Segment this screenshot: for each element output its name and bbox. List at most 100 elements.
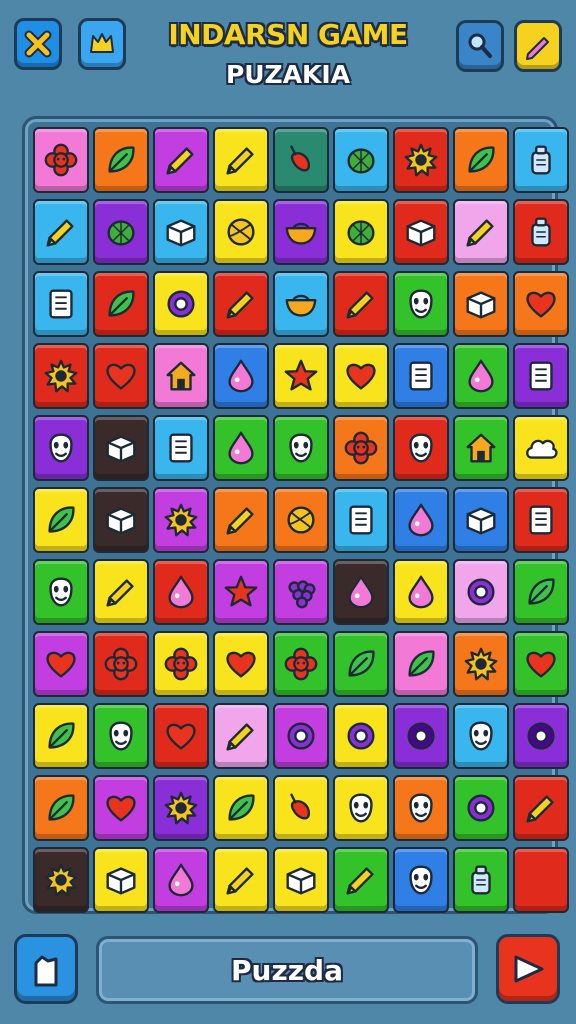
board-tile[interactable] xyxy=(393,847,449,913)
board-tile[interactable] xyxy=(273,775,329,841)
board-tile[interactable] xyxy=(153,631,209,697)
board-tile[interactable] xyxy=(213,271,269,337)
board-tile[interactable] xyxy=(213,703,269,769)
board-tile[interactable] xyxy=(513,559,569,625)
board-tile[interactable] xyxy=(513,631,569,697)
board-tile[interactable] xyxy=(333,199,389,265)
home-button[interactable] xyxy=(14,934,78,1004)
board-tile[interactable] xyxy=(333,703,389,769)
board-tile[interactable] xyxy=(513,415,569,481)
board-tile[interactable] xyxy=(153,487,209,553)
close-button[interactable] xyxy=(14,18,62,70)
board-tile[interactable] xyxy=(213,775,269,841)
board-tile[interactable] xyxy=(213,343,269,409)
board-tile[interactable] xyxy=(513,199,569,265)
board-tile[interactable] xyxy=(93,199,149,265)
board-tile[interactable] xyxy=(393,271,449,337)
board-tile[interactable] xyxy=(273,199,329,265)
board-tile[interactable] xyxy=(93,847,149,913)
board-tile[interactable] xyxy=(513,271,569,337)
board-tile[interactable] xyxy=(213,847,269,913)
board-tile[interactable] xyxy=(333,415,389,481)
board-tile[interactable] xyxy=(213,199,269,265)
board-tile[interactable] xyxy=(333,127,389,193)
board-tile[interactable] xyxy=(513,847,569,913)
board-tile[interactable] xyxy=(153,559,209,625)
edit-button[interactable] xyxy=(514,20,562,72)
board-tile[interactable] xyxy=(273,847,329,913)
board-tile[interactable] xyxy=(273,631,329,697)
board-tile[interactable] xyxy=(93,559,149,625)
board-tile[interactable] xyxy=(273,127,329,193)
board-tile[interactable] xyxy=(153,343,209,409)
board-tile[interactable] xyxy=(33,487,89,553)
board-tile[interactable] xyxy=(453,847,509,913)
board-tile[interactable] xyxy=(213,559,269,625)
board-tile[interactable] xyxy=(333,775,389,841)
board-tile[interactable] xyxy=(273,703,329,769)
board-tile[interactable] xyxy=(453,487,509,553)
board-tile[interactable] xyxy=(393,559,449,625)
board-tile[interactable] xyxy=(333,271,389,337)
board-tile[interactable] xyxy=(453,631,509,697)
board-tile[interactable] xyxy=(213,415,269,481)
board-tile[interactable] xyxy=(513,703,569,769)
board-tile[interactable] xyxy=(453,703,509,769)
board-tile[interactable] xyxy=(153,199,209,265)
board-tile[interactable] xyxy=(393,127,449,193)
item-button[interactable] xyxy=(78,18,126,70)
board-tile[interactable] xyxy=(453,775,509,841)
board-tile[interactable] xyxy=(273,271,329,337)
board-tile[interactable] xyxy=(513,343,569,409)
board-tile[interactable] xyxy=(513,775,569,841)
board-tile[interactable] xyxy=(273,415,329,481)
board-tile[interactable] xyxy=(513,127,569,193)
board-tile[interactable] xyxy=(333,559,389,625)
board-tile[interactable] xyxy=(453,415,509,481)
board-tile[interactable] xyxy=(333,343,389,409)
board-tile[interactable] xyxy=(93,487,149,553)
board-tile[interactable] xyxy=(273,343,329,409)
board-tile[interactable] xyxy=(273,487,329,553)
board-tile[interactable] xyxy=(393,343,449,409)
board-tile[interactable] xyxy=(33,271,89,337)
board-tile[interactable] xyxy=(513,487,569,553)
board-tile[interactable] xyxy=(93,271,149,337)
board-tile[interactable] xyxy=(33,343,89,409)
board-tile[interactable] xyxy=(33,775,89,841)
board-tile[interactable] xyxy=(93,343,149,409)
board-tile[interactable] xyxy=(153,127,209,193)
board-tile[interactable] xyxy=(153,847,209,913)
board-tile[interactable] xyxy=(33,847,89,913)
board-tile[interactable] xyxy=(33,199,89,265)
board-tile[interactable] xyxy=(393,631,449,697)
board-tile[interactable] xyxy=(93,703,149,769)
board-tile[interactable] xyxy=(333,487,389,553)
board-tile[interactable] xyxy=(33,415,89,481)
board-tile[interactable] xyxy=(453,559,509,625)
board-tile[interactable] xyxy=(273,559,329,625)
board-tile[interactable] xyxy=(333,847,389,913)
board-tile[interactable] xyxy=(393,487,449,553)
board-tile[interactable] xyxy=(393,199,449,265)
search-button[interactable] xyxy=(456,20,504,72)
board-tile[interactable] xyxy=(213,487,269,553)
board-tile[interactable] xyxy=(153,703,209,769)
board-tile[interactable] xyxy=(453,271,509,337)
board-tile[interactable] xyxy=(93,631,149,697)
board-tile[interactable] xyxy=(33,703,89,769)
board-tile[interactable] xyxy=(393,703,449,769)
board-tile[interactable] xyxy=(453,127,509,193)
board-tile[interactable] xyxy=(213,127,269,193)
board-tile[interactable] xyxy=(153,415,209,481)
board-tile[interactable] xyxy=(93,775,149,841)
board-tile[interactable] xyxy=(33,127,89,193)
board-tile[interactable] xyxy=(393,775,449,841)
board-tile[interactable] xyxy=(93,415,149,481)
board-tile[interactable] xyxy=(153,271,209,337)
board-tile[interactable] xyxy=(333,631,389,697)
board-tile[interactable] xyxy=(213,631,269,697)
board-tile[interactable] xyxy=(33,631,89,697)
play-button[interactable] xyxy=(496,934,560,1004)
board-tile[interactable] xyxy=(153,775,209,841)
